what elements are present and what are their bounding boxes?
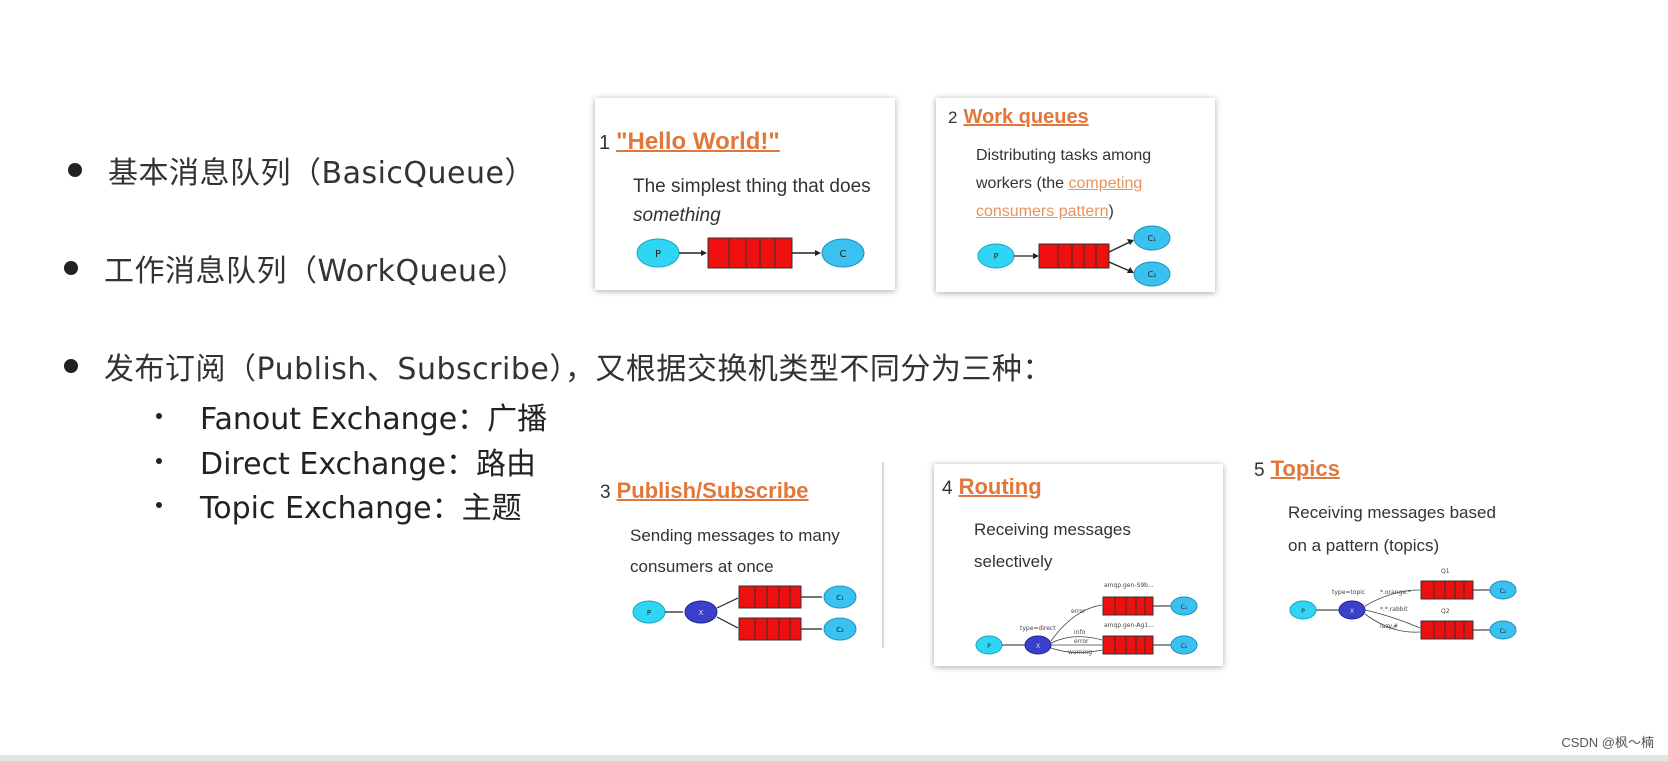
exchange-label: X [699,609,704,617]
producer-label: P [655,249,661,260]
exchange-type-label: type=direct [1020,625,1056,632]
queue-name-label: amqp.gen-Ag1... [1104,622,1154,629]
producer-label: P [1301,608,1305,615]
producer-label: P [647,609,651,617]
arrow-line [1108,240,1133,253]
queue-name-label: amqp.gen-S9b... [1104,582,1154,589]
card-routing: 4 Routing Receiving messages selectively… [934,464,1223,666]
card-publish-subscribe: 3 Publish/Subscribe Sending messages to … [590,462,884,648]
arrow-head [815,250,821,256]
bullet-dot [68,163,82,177]
exchange-type-label: type=topic [1332,589,1365,596]
queue-box [1038,243,1110,269]
consumer-label: C₂ [1148,270,1157,279]
arrow-head [1127,239,1134,245]
consumer-label: C₂ [836,626,844,634]
diagram-work-queues: P C₁ C₂ [977,225,1171,287]
card-topics: 5 Topics Receiving messages based on a p… [1252,446,1550,646]
binding-key-label: *.orange.* [1380,589,1411,596]
queue-name-label: Q1 [1441,568,1450,575]
binding-key-label: lazy.# [1380,623,1398,630]
bullet-text: 工作消息队列（WorkQueue） [104,254,528,289]
diagram-routing: P type=direct X error info error warning… [975,582,1198,656]
bottom-strip [0,755,1668,761]
bullet-basic-queue: 基本消息队列（BasicQueue） [68,148,535,192]
sub-bullet-topic: Topic Exchange：主题 [156,483,522,527]
bullet-text: 发布订阅（Publish、Subscribe），又根据交换机类型不同分为三种： [104,352,1053,387]
card-work-queues: 2 Work queues Distributing tasks among w… [936,98,1215,292]
diagram-hello-world: P C [636,237,865,269]
arrow-line [716,597,739,609]
consumer-label: C₂ [1181,643,1188,650]
producer-label: P [987,643,991,650]
queue-box [707,237,793,269]
sub-bullet-text: Direct Exchange：路由 [200,447,536,482]
consumer-label: C₁ [1500,588,1507,595]
sub-bullet-text: Fanout Exchange：广播 [200,402,548,437]
binding-key-label: *.*.rabbit [1380,606,1408,613]
diagram-topics: P type=topic X *.orange.* *.*.rabbit laz… [1289,568,1517,640]
binding-key-label: warning [1068,649,1092,656]
queue-box [1420,580,1474,600]
sub-bullet-dot [156,502,162,508]
exchange-label: X [1036,643,1040,650]
binding-key-label: error [1071,608,1086,615]
arrow-head [701,250,707,256]
bullet-publish-subscribe: 发布订阅（Publish、Subscribe），又根据交换机类型不同分为三种： [64,344,1053,388]
bullet-text: 基本消息队列（BasicQueue） [108,156,535,191]
exchange-label: X [1350,608,1354,615]
queue-box [738,585,802,609]
diagram-publish-subscribe: P X C₁ C₂ [632,585,857,641]
queue-box [738,617,802,641]
card-hello-world: 1 "Hello World!" The simplest thing that… [595,98,895,290]
sub-bullet-fanout: Fanout Exchange：广播 [156,394,547,438]
bullet-dot [64,359,78,373]
sub-bullet-dot [156,413,162,419]
consumer-label: C₁ [1181,604,1188,611]
consumer-label: C₂ [1500,628,1507,635]
sub-bullet-direct: Direct Exchange：路由 [156,439,536,483]
consumer-label: C [840,249,847,260]
csdn-watermark: CSDN @枫～楠 [1561,735,1654,750]
arrow-line [716,616,739,629]
sub-bullet-dot [156,458,162,464]
bullet-dot [64,261,78,275]
queue-box [1420,620,1474,640]
producer-label: P [994,252,999,261]
consumer-label: C₁ [836,594,844,602]
bullet-work-queue: 工作消息队列（WorkQueue） [64,246,527,290]
queue-name-label: Q2 [1441,608,1450,615]
sub-bullet-text: Topic Exchange：主题 [200,491,522,526]
binding-key-label: info [1074,629,1086,636]
consumer-label: C₁ [1148,234,1157,243]
binding-key-label: error [1074,638,1089,645]
arrow-head [1033,253,1039,259]
